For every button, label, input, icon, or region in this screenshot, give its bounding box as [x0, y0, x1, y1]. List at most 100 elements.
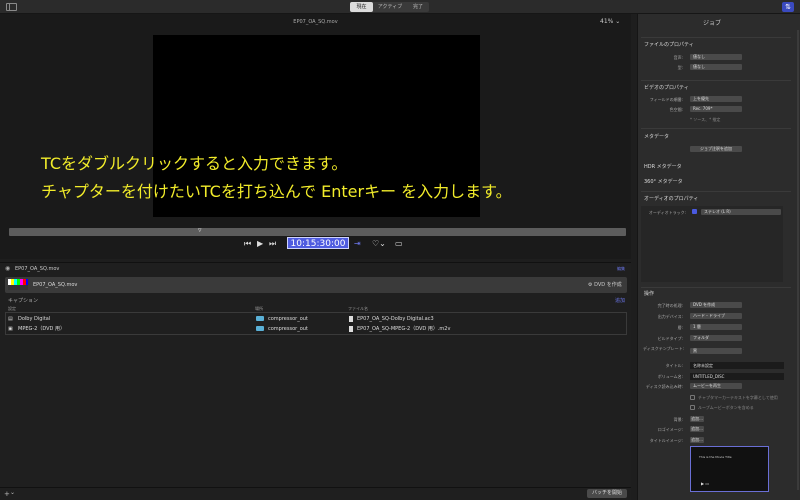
hdr-metadata-title[interactable]: HDR メタデータ	[644, 163, 682, 170]
zoom-popup[interactable]: 41% ⌄	[600, 18, 620, 25]
source-file-name: EP07_OA_SQ.mov	[15, 266, 60, 272]
disc-title-field[interactable]: 名称未設定	[690, 362, 784, 369]
video-icon: ▣	[8, 326, 13, 332]
audio-track-popup[interactable]: ステレオ (L R)	[701, 209, 781, 215]
source-icon: ◉	[5, 265, 11, 272]
divider	[641, 128, 791, 129]
instruction-caption-line1: TCをダブルクリックすると入力できます。	[41, 154, 348, 173]
chapter-subtitle-label: チャプタマーカーテキストを字幕として使用	[698, 395, 778, 400]
logo-image-label: ロゴイメージ:	[657, 427, 683, 432]
disc-template-popup[interactable]: 黒	[690, 348, 742, 354]
setting-name: MPEG-2（DVD 用）	[18, 326, 65, 332]
on-complete-popup[interactable]: DVD を作成	[690, 302, 742, 308]
volume-name-label: ボリューム名:	[657, 374, 683, 379]
batch-source-header: ◉ EP07_OA_SQ.mov 編集	[5, 264, 627, 275]
inspector-scrollbar[interactable]	[797, 30, 799, 490]
on-complete-label: 完了時の処理:	[657, 303, 683, 308]
settings-table: ▤ Dolby Digital compressor_out EP07_OA_S…	[5, 312, 627, 335]
360-metadata-title[interactable]: 360° メタデータ	[644, 178, 683, 185]
preview-controls: ▶ ▭	[701, 481, 710, 486]
preview-title: This is the Movie Title	[699, 455, 732, 459]
display-icon[interactable]: ▭	[395, 239, 403, 248]
divider	[641, 37, 791, 38]
location-cell: compressor_out	[256, 324, 308, 334]
filename-cell: EP07_OA_SQ-MPEG-2（DVD 用）.m2v	[349, 324, 450, 334]
logo-add-button[interactable]: 追加...	[690, 426, 704, 432]
audio-prop-label: 音声:	[673, 55, 683, 60]
file-icon	[349, 325, 353, 332]
start-batch-button[interactable]: バッチを開始	[587, 489, 627, 498]
operations-title: 操作	[644, 291, 655, 297]
audio-prop-popup[interactable]: 値なし	[690, 54, 742, 60]
playhead-marker-icon[interactable]: ▿	[198, 226, 202, 234]
audio-properties-title: オーディオのプロパティ	[644, 196, 699, 202]
settings-caption-bar: キャプション 追加	[5, 296, 627, 304]
job-row[interactable]	[5, 277, 627, 293]
chevron-down-icon: ⌄	[615, 18, 621, 25]
add-icon[interactable]: +	[4, 490, 10, 498]
video-properties-title: ビデオのプロパティ	[644, 85, 689, 91]
timecode-field[interactable]: 10:15:30:00	[287, 237, 349, 249]
bottom-bar: + ⌄	[0, 487, 631, 500]
audio-tracks-box	[641, 206, 783, 282]
loop-button-checkbox[interactable]	[690, 405, 695, 410]
file-icon	[349, 315, 353, 322]
divider	[641, 80, 791, 81]
divider	[641, 287, 791, 288]
instruction-caption-line2: チャプターを付けたいTCを打ち込んで Enterキー を入力します。	[41, 182, 512, 201]
chapter-subtitle-checkbox[interactable]	[690, 395, 695, 400]
tab-current[interactable]: 現在	[350, 2, 373, 12]
table-row[interactable]: ▤ Dolby Digital compressor_out EP07_OA_S…	[6, 314, 626, 324]
divider	[641, 191, 791, 192]
on-load-popup[interactable]: ムービーを再生	[690, 383, 742, 389]
marker-icon[interactable]: ♡⌄	[372, 239, 386, 248]
previous-icon[interactable]: ⏮	[244, 239, 251, 249]
color-space-label: 色空間:	[669, 107, 683, 112]
zoom-value: 41%	[600, 18, 614, 25]
edit-link[interactable]: 編集	[617, 266, 625, 272]
background-add-button[interactable]: 追加...	[690, 416, 704, 422]
next-icon[interactable]: ⏭	[269, 239, 276, 249]
setting-name: Dolby Digital	[18, 316, 51, 322]
in-out-icon[interactable]: ⇥	[354, 239, 361, 248]
field-order-popup[interactable]: 上を優先	[690, 96, 742, 102]
filename-cell: EP07_OA_SQ-Dolby Digital.ac3	[349, 314, 434, 324]
type-prop-popup[interactable]: 値なし	[690, 64, 742, 70]
loop-button-label: ループムービーボタンを含める	[698, 405, 754, 410]
output-device-popup[interactable]: ハード・ドライブ	[690, 313, 742, 319]
audio-track-checkbox[interactable]	[692, 209, 697, 214]
layer-popup[interactable]: 1 層	[690, 324, 742, 330]
disc-template-label: ディスクテンプレート:	[643, 346, 684, 351]
build-type-popup[interactable]: フォルダ	[690, 335, 742, 341]
play-icon[interactable]: ▶	[257, 239, 263, 248]
inspector-toggle-icon[interactable]: ⇅	[782, 2, 794, 12]
scrubber-bar[interactable]	[9, 228, 626, 236]
output-device-label: 出力デバイス:	[657, 314, 683, 319]
job-thumbnail	[8, 279, 28, 290]
on-load-label: ディスク読み込み時:	[645, 384, 683, 389]
viewer-clip-title: EP07_OA_SQ.mov	[293, 19, 338, 25]
color-space-popup[interactable]: Rec. 709*	[690, 106, 742, 112]
build-type-label: ビルドタイプ:	[657, 336, 683, 341]
add-setting-link[interactable]: 追加	[615, 297, 625, 304]
job-target-label: DVD を作成	[594, 282, 622, 288]
sidebar-toggle-icon[interactable]	[6, 3, 17, 11]
job-name: EP07_OA_SQ.mov	[33, 282, 78, 288]
metadata-title: メタデータ	[644, 134, 670, 140]
chevron-down-icon[interactable]: ⌄	[10, 489, 15, 496]
folder-icon	[256, 316, 264, 321]
color-space-note: * ソース、* 推定	[690, 117, 721, 122]
title-image-add-button[interactable]: 追加...	[690, 437, 704, 443]
job-target: ⚙ DVD を作成	[588, 281, 622, 288]
batch-view-segmented-control: 現在 アクティブ 完了	[350, 2, 429, 12]
tab-completed[interactable]: 完了	[407, 2, 429, 12]
audio-icon: ▤	[8, 316, 13, 322]
add-job-annotation-button[interactable]: ジョブ注釈を追加	[690, 146, 742, 152]
disc-menu-preview: This is the Movie Title ▶ ▭	[690, 446, 769, 492]
type-prop-label: 型:	[677, 65, 683, 70]
gear-icon[interactable]: ⚙	[588, 282, 592, 288]
table-row[interactable]: ▣ MPEG-2（DVD 用） compressor_out EP07_OA_S…	[6, 324, 626, 334]
volume-name-field[interactable]: UNTITLED_DISC	[690, 373, 784, 380]
field-order-label: フィールドの順番:	[649, 97, 683, 102]
tab-active[interactable]: アクティブ	[373, 2, 407, 12]
